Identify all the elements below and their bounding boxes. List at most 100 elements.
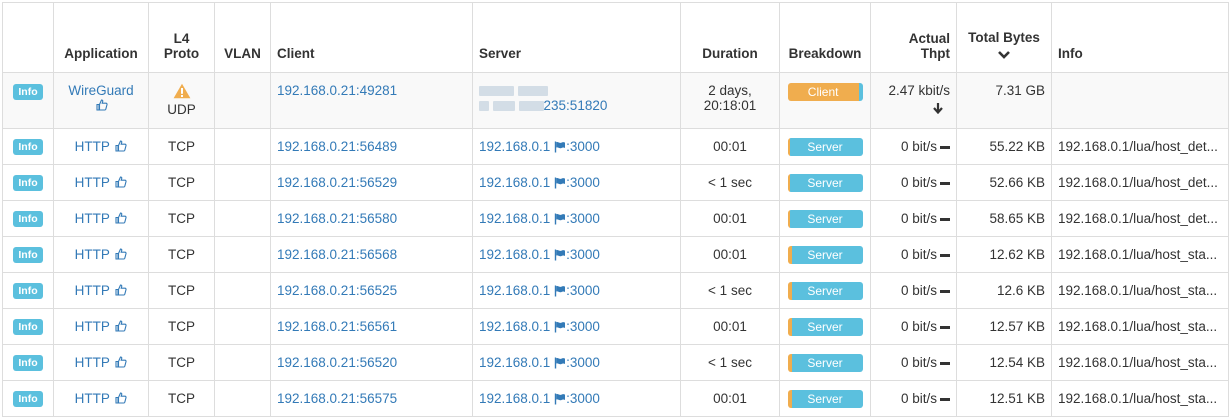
col-server[interactable]: Server bbox=[472, 2, 681, 73]
info-button[interactable]: Info bbox=[13, 283, 43, 299]
flag-icon bbox=[554, 141, 566, 153]
client-link[interactable]: 192.168.0.21:56525 bbox=[277, 283, 397, 298]
col-info[interactable]: Info bbox=[1051, 2, 1229, 73]
client-link[interactable]: 192.168.0.21:56561 bbox=[277, 319, 397, 334]
thumbs-up-icon[interactable] bbox=[115, 284, 127, 296]
application-link[interactable]: WireGuard bbox=[68, 83, 133, 98]
table-row: Info HTTP TCP 192.168.0.21:56520 192.168… bbox=[2, 344, 1229, 381]
info-text: 192.168.0.1/lua/host_det... bbox=[1058, 211, 1218, 226]
thumbs-up-icon[interactable] bbox=[115, 176, 127, 188]
col-application[interactable]: Application bbox=[53, 2, 149, 73]
client-link[interactable]: 192.168.0.21:56580 bbox=[277, 211, 397, 226]
thpt-value: 0 bit/s bbox=[900, 139, 937, 154]
server-link[interactable]: 192.168.0.1 bbox=[479, 175, 550, 190]
table-header-row: Application L4 Proto VLAN Client Server D… bbox=[2, 2, 1229, 73]
client-link[interactable]: 192.168.0.21:56520 bbox=[277, 355, 397, 370]
application-link[interactable]: HTTP bbox=[75, 319, 110, 334]
col-client[interactable]: Client bbox=[270, 2, 473, 73]
server-link[interactable]: 192.168.0.1 bbox=[479, 391, 550, 406]
server-link[interactable]: 192.168.0.1 bbox=[479, 211, 550, 226]
breakdown-label: Server bbox=[807, 319, 843, 334]
server-port-link[interactable]: :3000 bbox=[566, 391, 600, 406]
table-row: Info HTTP TCP 192.168.0.21:56575 192.168… bbox=[2, 380, 1229, 417]
info-button[interactable]: Info bbox=[13, 247, 43, 263]
server-link[interactable]: 192.168.0.1 bbox=[479, 319, 550, 334]
server-port-link[interactable]: :3000 bbox=[566, 355, 600, 370]
server-port-link[interactable]: :3000 bbox=[566, 319, 600, 334]
col-l4-proto[interactable]: L4 Proto bbox=[148, 2, 215, 73]
thpt-flat-icon bbox=[940, 217, 950, 221]
sort-descending-icon[interactable] bbox=[998, 50, 1010, 60]
server-port-link[interactable]: :3000 bbox=[566, 211, 600, 226]
info-button[interactable]: Info bbox=[13, 84, 43, 100]
info-button[interactable]: Info bbox=[13, 175, 43, 191]
application-link[interactable]: HTTP bbox=[75, 391, 110, 406]
application-link[interactable]: HTTP bbox=[75, 247, 110, 262]
application-link[interactable]: HTTP bbox=[75, 283, 110, 298]
server-link[interactable]: 235:51820 bbox=[544, 98, 608, 113]
info-button[interactable]: Info bbox=[13, 355, 43, 371]
client-cell: 192.168.0.21:56520 bbox=[270, 344, 473, 381]
application-link[interactable]: HTTP bbox=[75, 355, 110, 370]
breakdown-label: Server bbox=[807, 283, 843, 298]
server-port-link[interactable]: :3000 bbox=[566, 139, 600, 154]
info-cell: Info bbox=[2, 236, 54, 273]
info-button[interactable]: Info bbox=[13, 391, 43, 407]
breakdown-label: Server bbox=[807, 211, 843, 226]
server-port-link[interactable]: :3000 bbox=[566, 247, 600, 262]
duration-value: 00:01 bbox=[713, 247, 747, 262]
col-client-label: Client bbox=[277, 46, 315, 61]
client-link[interactable]: 192.168.0.21:56489 bbox=[277, 139, 397, 154]
info-button[interactable]: Info bbox=[13, 319, 43, 335]
client-link[interactable]: 192.168.0.21:56575 bbox=[277, 391, 397, 406]
server-cell: 192.168.0.1 :3000 bbox=[472, 128, 681, 165]
info-text-cell: 192.168.0.1/lua/host_sta... bbox=[1051, 236, 1229, 273]
client-link[interactable]: 192.168.0.21:56529 bbox=[277, 175, 397, 190]
vlan-cell bbox=[214, 200, 271, 237]
thumbs-up-icon[interactable] bbox=[115, 392, 127, 404]
application-link[interactable]: HTTP bbox=[75, 211, 110, 226]
proto-label: UDP bbox=[167, 102, 196, 117]
client-link[interactable]: 192.168.0.21:49281 bbox=[277, 83, 397, 98]
server-link[interactable]: 192.168.0.1 bbox=[479, 247, 550, 262]
info-cell: Info bbox=[2, 72, 54, 129]
server-port-link[interactable]: :3000 bbox=[566, 175, 600, 190]
proto-label: TCP bbox=[168, 175, 195, 190]
application-link[interactable]: HTTP bbox=[75, 175, 110, 190]
col-total-bytes[interactable]: Total Bytes bbox=[956, 2, 1052, 73]
l4-proto-cell: TCP bbox=[148, 236, 215, 273]
col-vlan[interactable]: VLAN bbox=[214, 2, 271, 73]
table-row: Info HTTP TCP 192.168.0.21:56580 192.168… bbox=[2, 200, 1229, 237]
col-actual-thpt[interactable]: Actual Thpt bbox=[870, 2, 957, 73]
thpt-value: 0 bit/s bbox=[900, 247, 937, 262]
thpt-cell: 0 bit/s bbox=[870, 344, 957, 381]
thumbs-up-icon[interactable] bbox=[115, 356, 127, 368]
vlan-cell bbox=[214, 272, 271, 309]
thumbs-up-icon[interactable] bbox=[115, 212, 127, 224]
thumbs-up-icon[interactable] bbox=[96, 99, 108, 111]
server-cell: 235:51820 bbox=[472, 72, 681, 129]
client-link[interactable]: 192.168.0.21:56568 bbox=[277, 247, 397, 262]
duration-cell: 2 days, 20:18:01 bbox=[680, 72, 780, 129]
server-link[interactable]: 192.168.0.1 bbox=[479, 355, 550, 370]
info-button[interactable]: Info bbox=[13, 211, 43, 227]
total-bytes-cell: 12.54 KB bbox=[956, 344, 1052, 381]
thpt-cell: 0 bit/s bbox=[870, 308, 957, 345]
col-duration[interactable]: Duration bbox=[680, 2, 780, 73]
server-port-link[interactable]: :3000 bbox=[566, 283, 600, 298]
application-link[interactable]: HTTP bbox=[75, 139, 110, 154]
duration-cell: 00:01 bbox=[680, 308, 780, 345]
l4-proto-cell: TCP bbox=[148, 164, 215, 201]
redacted-server-ip bbox=[479, 101, 489, 112]
application-cell: HTTP bbox=[53, 344, 149, 381]
l4-proto-cell: TCP bbox=[148, 344, 215, 381]
col-breakdown[interactable]: Breakdown bbox=[779, 2, 871, 73]
total-bytes-value: 52.66 KB bbox=[989, 175, 1045, 190]
server-link[interactable]: 192.168.0.1 bbox=[479, 139, 550, 154]
thumbs-up-icon[interactable] bbox=[115, 320, 127, 332]
thumbs-up-icon[interactable] bbox=[115, 248, 127, 260]
client-cell: 192.168.0.21:56489 bbox=[270, 128, 473, 165]
info-button[interactable]: Info bbox=[13, 139, 43, 155]
thumbs-up-icon[interactable] bbox=[115, 140, 127, 152]
server-link[interactable]: 192.168.0.1 bbox=[479, 283, 550, 298]
